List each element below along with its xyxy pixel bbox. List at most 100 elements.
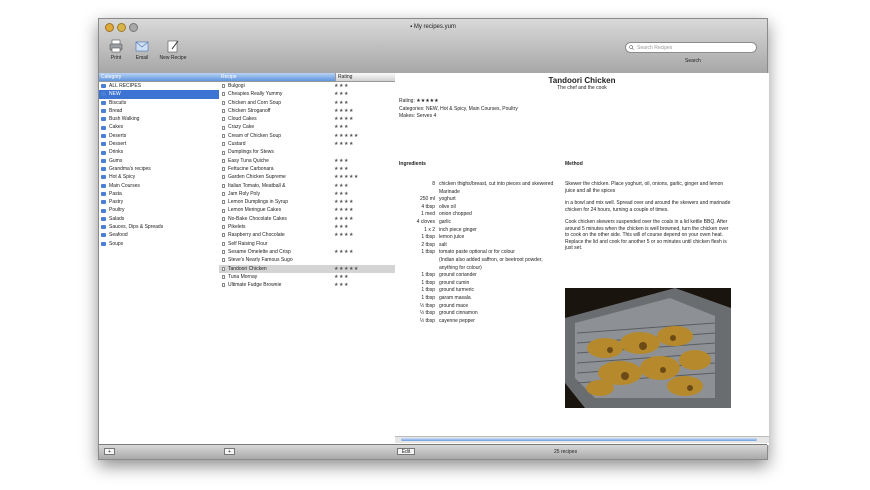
ingredient-row: ½ tbsp ground mace — [399, 303, 559, 311]
recipe-rating: ★★★ — [334, 190, 349, 197]
category-item[interactable]: Grandma's recipes — [99, 165, 219, 173]
recipe-row[interactable]: Lemon Meringue Cakes ★★★★ — [219, 206, 395, 214]
ingredient-text: yoghurt — [439, 196, 456, 203]
recipe-row[interactable]: Pikelets ★★★ — [219, 223, 395, 231]
recipe-row[interactable]: Tandoori Chicken ★★★★★ — [219, 264, 395, 273]
category-item[interactable]: Gums — [99, 157, 219, 165]
recipe-rating: ★★★★★ — [334, 132, 359, 139]
ingredient-qty: 1 tbsp — [421, 272, 435, 279]
recipe-row[interactable]: Garden Chicken Supreme ★★★★★ — [219, 173, 395, 181]
recipe-document-icon — [222, 125, 225, 130]
recipe-document-icon — [222, 100, 225, 105]
category-item[interactable]: Seafood — [99, 231, 219, 239]
rating-column-header[interactable]: Rating — [336, 73, 352, 81]
recipe-document-icon — [222, 150, 225, 155]
category-item[interactable]: Main Courses — [99, 182, 219, 190]
recipe-row[interactable]: Sesame Omelette and Crisp ★★★★ — [219, 248, 395, 256]
recipe-document-icon — [222, 175, 225, 180]
recipe-row[interactable]: Chicken Stroganoff ★★★★ — [219, 107, 395, 115]
recipe-title: Tandoori Chicken — [548, 76, 616, 85]
recipe-row[interactable]: Italian Tomato, Meatball & ★★★ — [219, 182, 395, 190]
ingredient-text: ground turmeric — [439, 287, 475, 294]
recipe-document-icon — [222, 274, 225, 279]
ingredient-text: onion chopped — [439, 211, 472, 218]
recipe-header[interactable]: Recipe Rating — [219, 73, 395, 82]
recipe-document-icon — [222, 208, 225, 213]
bottom-bar: + + Edit 25 recipes — [99, 444, 767, 459]
category-item[interactable]: Bread — [99, 107, 219, 115]
category-item[interactable]: Cakes — [99, 123, 219, 131]
recipe-name: Steve's Nearly Famous Sugo — [228, 257, 293, 264]
search-field[interactable]: Search Recipes — [625, 42, 757, 53]
category-item[interactable]: Biscuits — [99, 99, 219, 107]
recipe-row[interactable]: Dumplings for Stews — [219, 148, 395, 156]
recipe-row[interactable]: Custard ★★★★ — [219, 140, 395, 148]
category-item[interactable]: Poultry — [99, 206, 219, 214]
recipe-name: Ultimate Fudge Brownie — [228, 282, 282, 289]
new-recipe-button[interactable]: New Recipe — [160, 39, 186, 61]
category-item[interactable]: Hot & Spicy — [99, 173, 219, 181]
recipe-document-icon — [222, 117, 225, 122]
recipe-row[interactable]: Ultimate Fudge Brownie ★★★ — [219, 281, 395, 289]
category-list[interactable]: Category ALL RECIPES NEW Biscuits Bread Bush… — [99, 73, 220, 445]
add-icon: + — [108, 449, 111, 455]
recipe-list[interactable]: Recipe Rating Bulgogi ★★★ Cheapies Really … — [219, 73, 396, 445]
method-paragraph: Skewer the chicken. Place yoghurt, oil, … — [565, 181, 724, 194]
ingredient-qty: 2 tbsp — [421, 241, 435, 248]
recipe-row[interactable]: Fettucine Carbonara ★★★ — [219, 165, 395, 173]
scrollbar-thumb[interactable] — [401, 438, 757, 441]
recipe-rating: ★★★★ — [334, 141, 354, 148]
ingredient-row: 1 tbsp ground turmeric — [399, 287, 559, 295]
recipe-row[interactable]: Cloud Cakes ★★★★ — [219, 115, 395, 123]
recipe-name-column-header[interactable]: Recipe — [219, 73, 336, 82]
add-recipe-button[interactable]: + — [224, 448, 235, 455]
recipe-name: No-Bake Chocolate Cakes — [228, 215, 287, 222]
ingredient-text: garlic — [439, 218, 451, 225]
category-item[interactable]: Soups — [99, 240, 219, 248]
recipe-row[interactable]: Bulgogi ★★★ — [219, 82, 395, 90]
recipe-row[interactable]: Jam Roly Poly ★★★ — [219, 190, 395, 198]
search-icon — [629, 45, 634, 50]
category-header[interactable]: Category — [99, 73, 219, 82]
recipe-row[interactable]: Lemon Dumplings in Syrup ★★★★ — [219, 198, 395, 206]
category-item[interactable]: ALL RECIPES — [99, 82, 219, 90]
category-item[interactable]: Deserts — [99, 132, 219, 140]
ingredient-text: cayenne pepper — [439, 317, 475, 324]
recipe-name: Jam Roly Poly — [228, 190, 260, 197]
category-item[interactable]: NEW — [99, 90, 219, 99]
ingredient-row: 4 tbsp olive oil — [399, 204, 559, 212]
ingredient-text: inch piece ginger — [439, 226, 477, 233]
recipe-rating: ★★★★★ — [334, 265, 359, 272]
recipe-row[interactable]: Raspberry and Chocolate ★★★★ — [219, 231, 395, 239]
print-button[interactable]: Print — [105, 39, 127, 61]
horizontal-scrollbar[interactable] — [395, 436, 769, 443]
edit-button[interactable]: Edit — [397, 448, 415, 455]
add-icon: + — [228, 449, 231, 455]
category-item[interactable]: Bush Walking — [99, 115, 219, 123]
method-header: Method — [565, 161, 583, 167]
recipe-document-icon — [222, 109, 225, 114]
email-button[interactable]: Email — [131, 39, 153, 61]
recipe-document-icon — [222, 183, 225, 188]
recipe-row[interactable]: Crazy Cake ★★★ — [219, 123, 395, 131]
category-item[interactable]: Dessert — [99, 140, 219, 148]
category-item[interactable]: Sauces, Dips & Spreads — [99, 223, 219, 231]
recipe-row[interactable]: Tuna Mornay ★★★ — [219, 273, 395, 281]
recipe-row[interactable]: Self Raising Flour — [219, 240, 395, 248]
folder-icon — [101, 109, 106, 114]
category-item[interactable]: Pastry — [99, 198, 219, 206]
category-item[interactable]: Salads — [99, 215, 219, 223]
recipe-row[interactable]: No-Bake Chocolate Cakes ★★★★ — [219, 215, 395, 223]
ingredient-row: 1 med onion chopped — [399, 211, 559, 219]
recipe-row[interactable]: Cream of Chicken Soup ★★★★★ — [219, 132, 395, 140]
recipe-row[interactable]: Cheapies Really Yummy ★★★ — [219, 90, 395, 98]
recipe-row[interactable]: Steve's Nearly Famous Sugo — [219, 256, 395, 264]
category-item[interactable]: Drinks — [99, 148, 219, 156]
recipe-row[interactable]: Easy Tuna Quiche ★★★ — [219, 157, 395, 165]
category-item[interactable]: Pasta — [99, 190, 219, 198]
recipe-document-icon — [222, 192, 225, 196]
recipe-row[interactable]: Chicken and Corn Soup ★★★ — [219, 99, 395, 107]
add-category-button[interactable]: + — [104, 448, 115, 455]
printer-icon — [109, 39, 123, 53]
new-recipe-icon — [167, 40, 179, 53]
